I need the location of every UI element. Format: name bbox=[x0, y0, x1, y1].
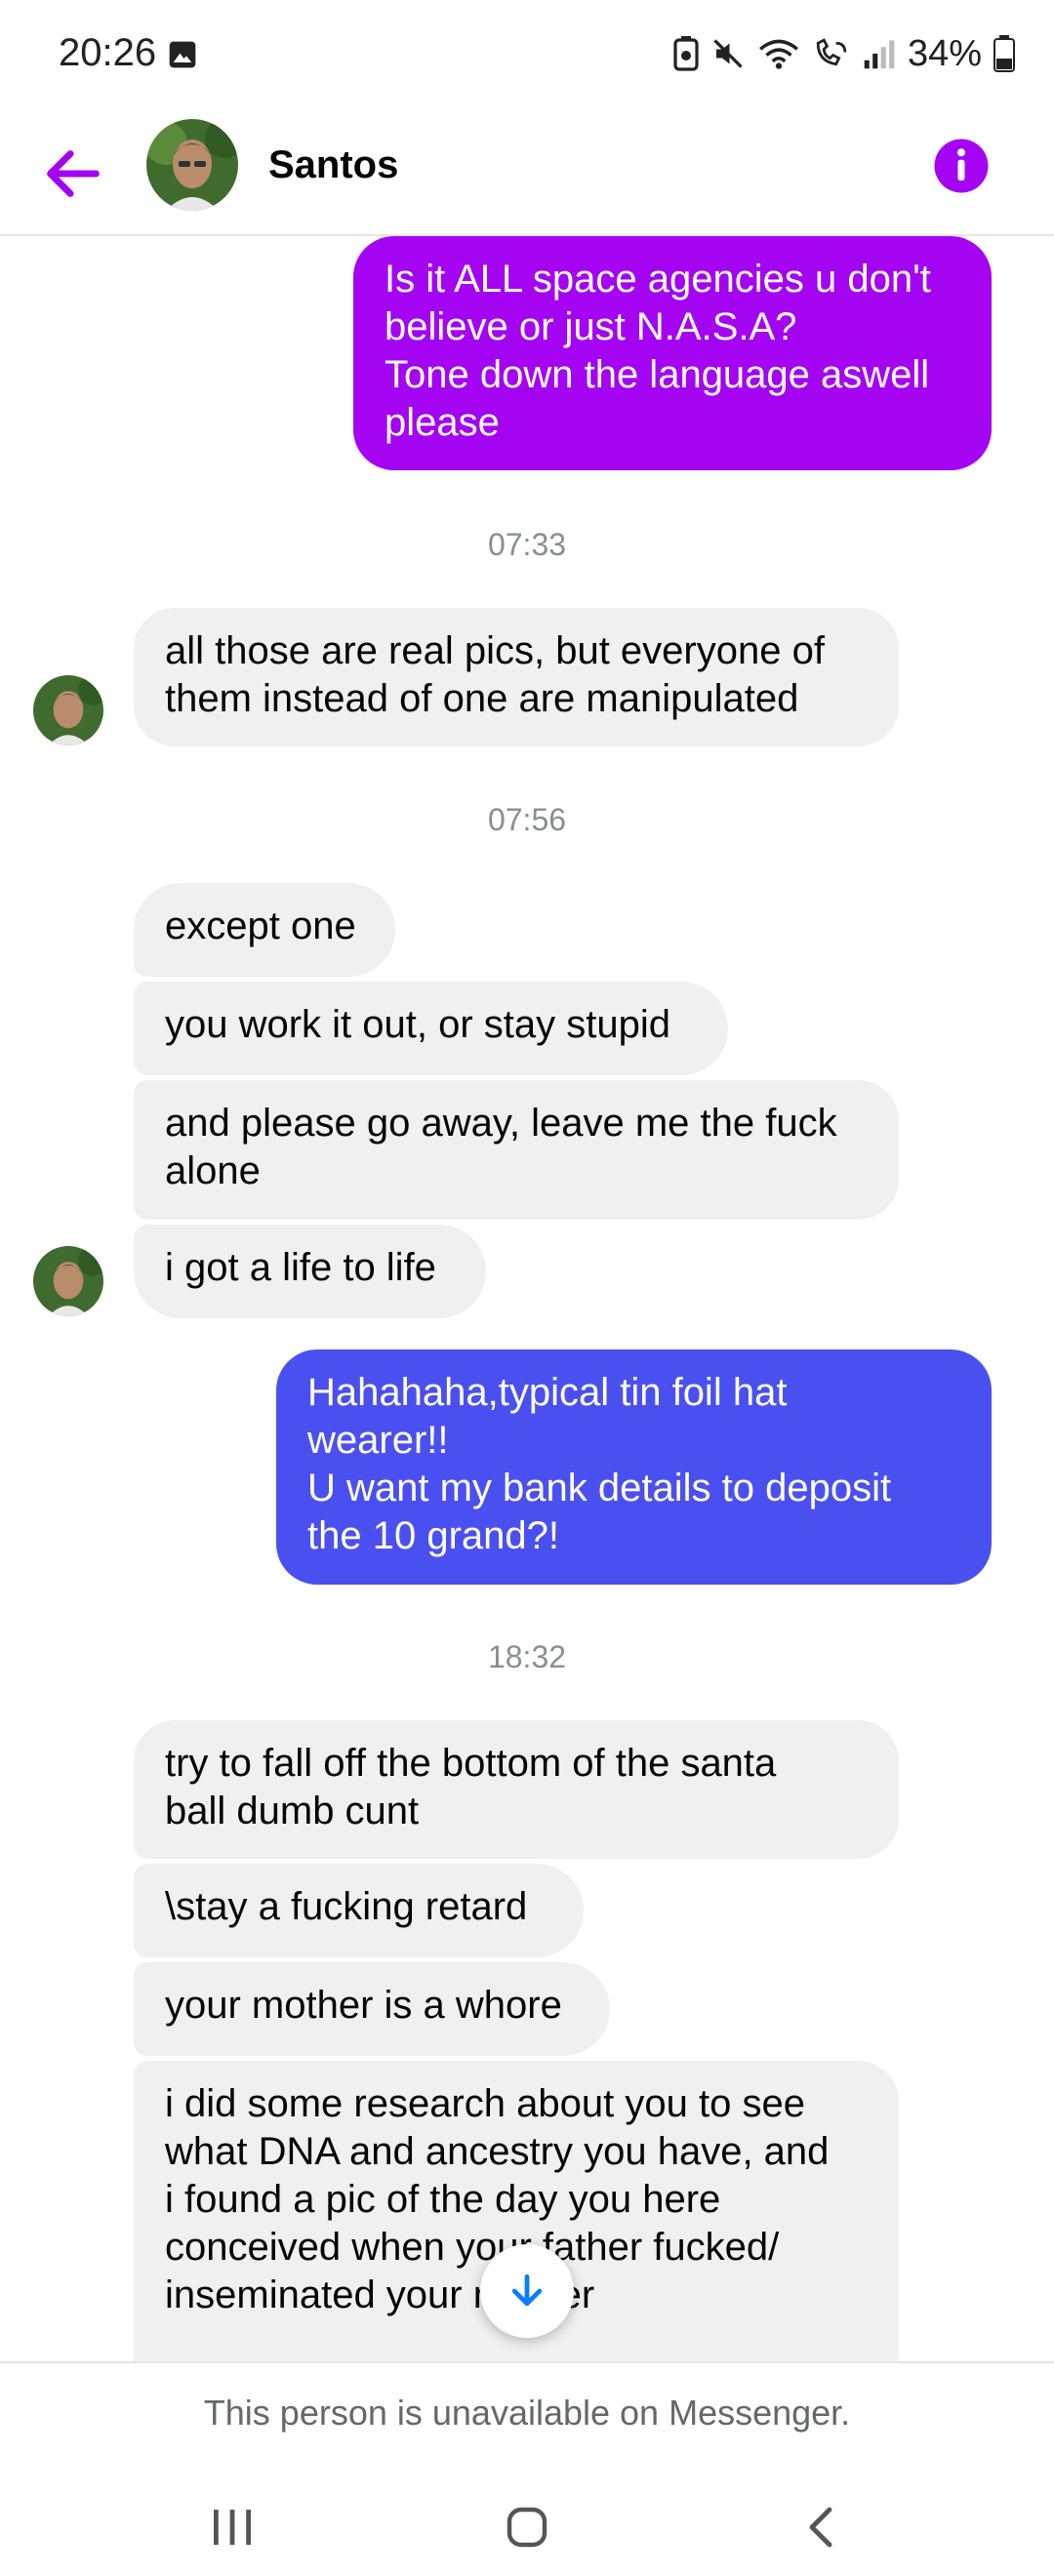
status-bar: 20:26 34% bbox=[0, 0, 1054, 112]
incoming-message[interactable]: \stay a fucking retard bbox=[134, 1864, 584, 1957]
message-list[interactable]: Is it ALL space agencies u don't believe… bbox=[0, 234, 1054, 2361]
status-icons: 34% bbox=[673, 29, 1015, 78]
incoming-message[interactable]: you work it out, or stay stupid bbox=[134, 982, 728, 1075]
contact-name[interactable]: Santos bbox=[268, 143, 398, 187]
mute-icon bbox=[713, 39, 743, 68]
home-icon bbox=[507, 2507, 547, 2548]
system-nav-bar bbox=[0, 2459, 1054, 2576]
recent-apps-button[interactable] bbox=[193, 2488, 271, 2566]
unavailable-banner: This person is unavailable on Messenger. bbox=[0, 2361, 1054, 2461]
incoming-message[interactable]: and please go away, leave me the fuck al… bbox=[134, 1080, 899, 1220]
status-time: 20:26 bbox=[59, 31, 157, 74]
battery-saver-icon bbox=[673, 36, 699, 71]
recent-apps-icon bbox=[214, 2510, 251, 2545]
incoming-message[interactable]: all those are real pics, but everyone of… bbox=[134, 608, 899, 746]
unavailable-text: This person is unavailable on Messenger. bbox=[203, 2393, 851, 2433]
home-button[interactable] bbox=[488, 2488, 566, 2566]
gallery-icon bbox=[169, 41, 196, 68]
incoming-message[interactable]: try to fall off the bottom of the santa … bbox=[134, 1720, 899, 1859]
incoming-message[interactable]: except one bbox=[134, 883, 395, 977]
back-icon bbox=[809, 2507, 832, 2548]
info-icon[interactable] bbox=[932, 137, 991, 195]
scroll-to-bottom-button[interactable] bbox=[480, 2244, 574, 2338]
incoming-message[interactable]: your mother is a whore bbox=[134, 1962, 610, 2056]
wifi-icon bbox=[758, 39, 798, 69]
outgoing-message[interactable]: Hahahaha,typical tin foil hat wearer!! U… bbox=[276, 1349, 992, 1585]
battery-percent: 34% bbox=[907, 32, 982, 74]
signal-icon bbox=[864, 40, 895, 69]
battery-icon bbox=[993, 35, 1015, 72]
timestamp: 07:56 bbox=[487, 802, 567, 837]
back-arrow-icon[interactable] bbox=[39, 140, 107, 208]
incoming-message[interactable]: i got a life to life bbox=[134, 1225, 486, 1318]
contact-avatar-small bbox=[33, 675, 103, 745]
contact-avatar[interactable] bbox=[146, 119, 238, 211]
outgoing-message[interactable]: Is it ALL space agencies u don't believe… bbox=[353, 236, 992, 470]
back-button[interactable] bbox=[783, 2488, 861, 2566]
conversation-header: Santos bbox=[0, 112, 1054, 236]
contact-avatar-small bbox=[33, 1246, 103, 1316]
timestamp: 18:32 bbox=[487, 1639, 567, 1674]
arrow-down-icon bbox=[511, 2274, 543, 2307]
timestamp: 07:33 bbox=[487, 527, 567, 562]
wifi-calling-icon bbox=[816, 38, 847, 66]
